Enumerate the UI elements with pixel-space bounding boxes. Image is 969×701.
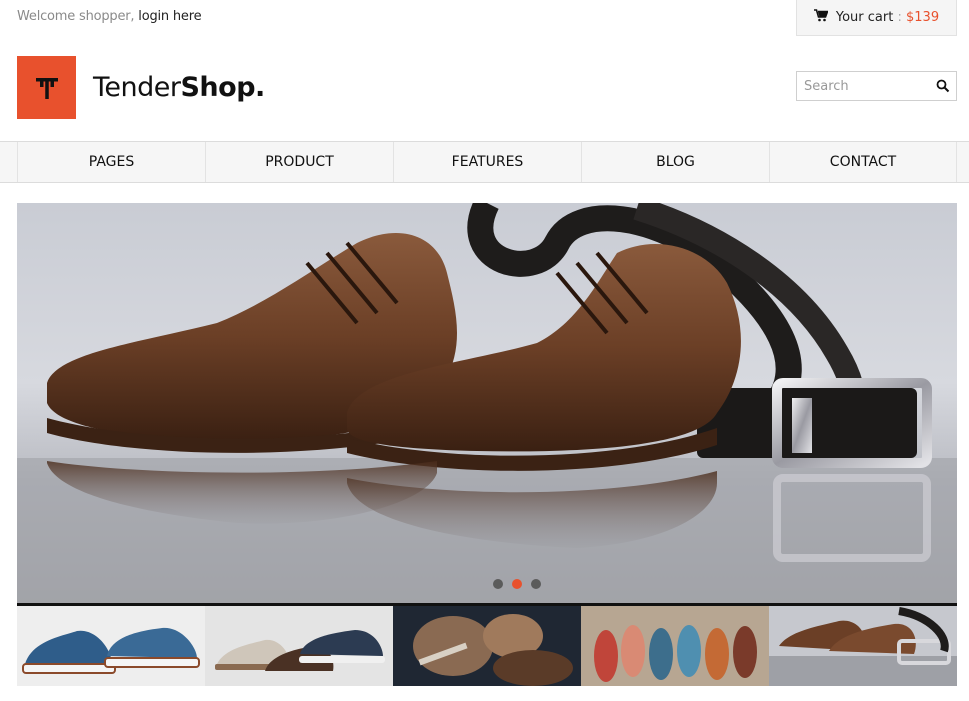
- cart-icon: [813, 9, 829, 26]
- logo-name-dot: .: [255, 72, 265, 103]
- search-box: [796, 71, 957, 101]
- casual-shoes-thumbnail: [205, 606, 393, 686]
- nav-item-features[interactable]: FEATURES: [393, 142, 581, 182]
- top-bar: Welcome shopper, login here Your cart : …: [0, 0, 969, 36]
- thumbnail-colorful-flats[interactable]: [581, 606, 769, 686]
- site-logo[interactable]: TenderShop.: [93, 72, 265, 103]
- welcome-message: Welcome shopper, login here: [17, 9, 202, 24]
- slider-dot-3[interactable]: [531, 579, 541, 589]
- welcome-text: Welcome shopper,: [17, 9, 135, 24]
- brown-shoes-belt-thumbnail: [769, 606, 957, 686]
- cart-button[interactable]: Your cart : $139: [796, 0, 957, 36]
- cart-total: $139: [906, 10, 940, 25]
- login-link[interactable]: login here: [138, 9, 201, 24]
- slider-dot-1[interactable]: [493, 579, 503, 589]
- shoemaker-thumbnail: [393, 606, 581, 686]
- hero-image-shoes-belt: [17, 203, 957, 603]
- logo-icon[interactable]: [17, 56, 76, 119]
- logo-name-bold: Shop: [180, 72, 256, 103]
- slider-pagination: [493, 579, 541, 589]
- nav-item-contact[interactable]: CONTACT: [769, 142, 957, 182]
- cart-label: Your cart: [835, 10, 894, 25]
- colorful-flats-thumbnail: [581, 606, 769, 686]
- hero-slider[interactable]: [17, 203, 957, 603]
- nav-item-pages[interactable]: PAGES: [17, 142, 205, 182]
- main-navigation: PAGES PRODUCT FEATURES BLOG CONTACT: [0, 141, 969, 183]
- search-input[interactable]: [797, 72, 931, 100]
- thumbnail-shoemaker[interactable]: [393, 606, 581, 686]
- slider-dot-2[interactable]: [512, 579, 522, 589]
- sneakers-thumbnail: [17, 606, 205, 686]
- slider-thumbnails: [17, 603, 957, 686]
- search-icon[interactable]: [936, 79, 950, 93]
- nav-item-blog[interactable]: BLOG: [581, 142, 769, 182]
- thumbnail-casual-shoes[interactable]: [205, 606, 393, 686]
- cart-separator: :: [897, 10, 902, 25]
- nav-item-product[interactable]: PRODUCT: [205, 142, 393, 182]
- logo-name-regular: Tender: [93, 72, 181, 103]
- thumbnail-sneakers[interactable]: [17, 606, 205, 686]
- thumbnail-brown-shoes-belt[interactable]: [769, 606, 957, 686]
- logo-mark: [35, 77, 58, 99]
